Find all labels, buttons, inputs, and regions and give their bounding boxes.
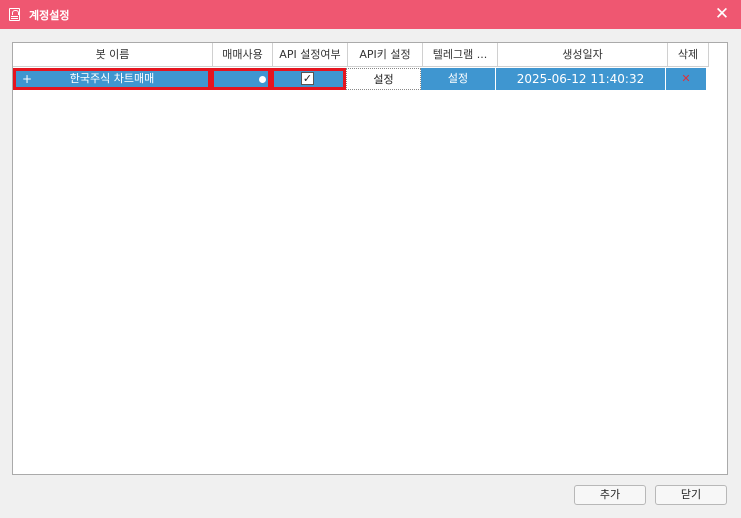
column-header-delete[interactable]: 삭제 [668, 43, 709, 67]
window-title: 계정설정 [29, 9, 70, 22]
close-button[interactable]: 닫기 [655, 485, 727, 505]
telegram-settings-button[interactable]: 설정 [421, 68, 496, 90]
api-key-settings-button[interactable]: 설정 [346, 68, 421, 90]
delete-icon[interactable]: ✕ [666, 68, 707, 90]
column-header-api-key[interactable]: API키 설정 [348, 43, 423, 67]
created-at: 2025-06-12 11:40:32 [496, 68, 666, 90]
expand-plus-icon[interactable]: + [22, 71, 32, 87]
column-header-bot-name[interactable]: 봇 이름 [13, 43, 213, 67]
contact-card-icon [9, 8, 20, 21]
api-configured-cell[interactable]: ✓ [271, 68, 346, 90]
title-bar: 계정설정 ✕ [0, 0, 741, 29]
api-configured-checkbox[interactable]: ✓ [301, 72, 314, 85]
column-header-created-at[interactable]: 생성일자 [498, 43, 668, 67]
bot-name-cell[interactable]: + 한국주식 차트매매 [13, 68, 211, 90]
column-header-api-configured[interactable]: API 설정여부 [273, 43, 348, 67]
grid-header: 봇 이름 매매사용 API 설정여부 API키 설정 텔레그램 ... 생성일자… [13, 43, 709, 67]
account-grid: 봇 이름 매매사용 API 설정여부 API키 설정 텔레그램 ... 생성일자… [12, 42, 728, 475]
trade-enabled-cell[interactable] [211, 68, 271, 90]
toggle-knob-icon[interactable] [259, 76, 266, 83]
column-header-trade-enabled[interactable]: 매매사용 [213, 43, 273, 67]
add-button[interactable]: 추가 [574, 485, 646, 505]
bot-name: 한국주식 차트매매 [69, 72, 155, 85]
table-row[interactable]: + 한국주식 차트매매 ✓ 설정 설정 2025-06-12 11:40:32 … [13, 68, 707, 90]
close-icon[interactable]: ✕ [711, 3, 733, 25]
column-header-telegram[interactable]: 텔레그램 ... [423, 43, 498, 67]
